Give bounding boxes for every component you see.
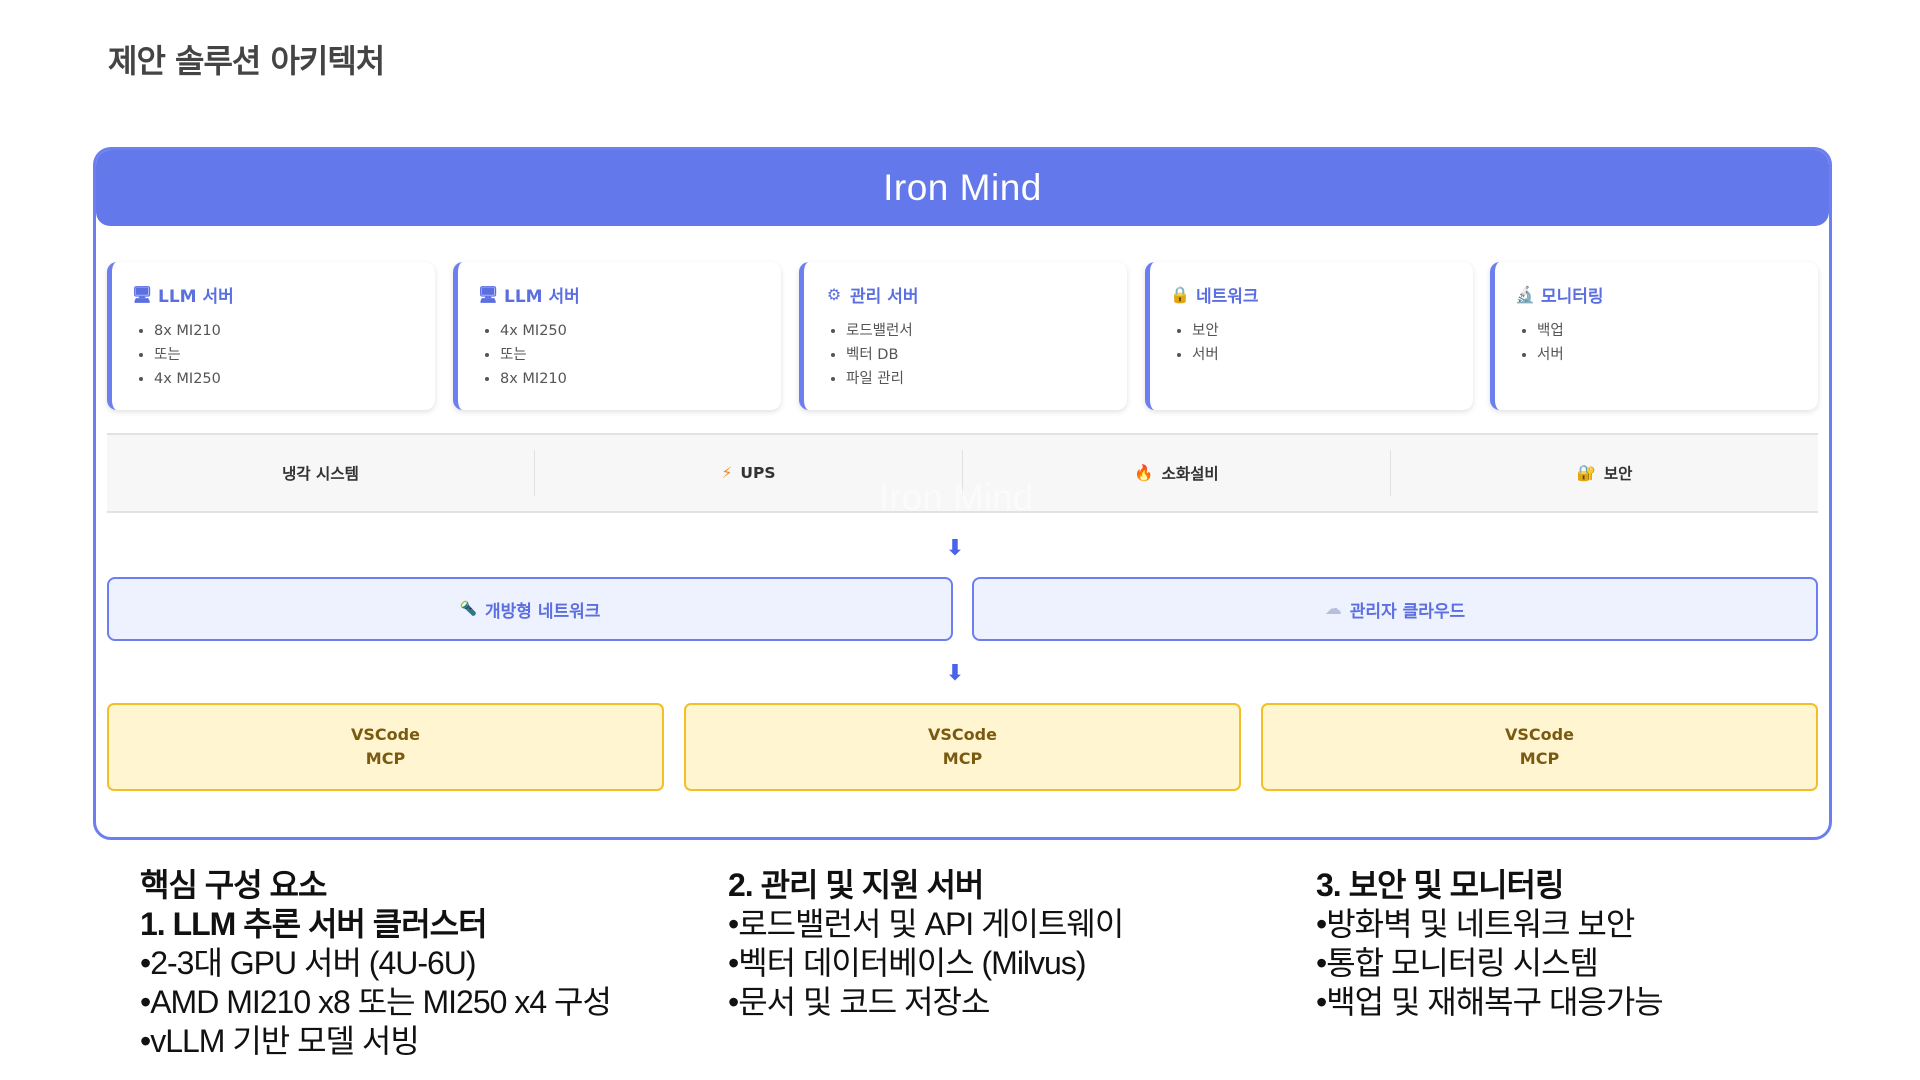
card-item: 보안 bbox=[1192, 319, 1455, 343]
gear-icon: ⚙ bbox=[826, 285, 842, 304]
card-item: 4x MI250 bbox=[500, 319, 763, 343]
summary-line: •2-3대 GPU 서버 (4U-6U) bbox=[140, 945, 477, 981]
infra-label: 보안 bbox=[1603, 465, 1633, 483]
summary-line: •방화벽 및 네트워크 보안 bbox=[1316, 906, 1635, 942]
client-box-1: VSCode MCP bbox=[107, 703, 664, 791]
client-label: VSCode bbox=[351, 725, 420, 744]
infra-ups: ⚡ UPS bbox=[534, 450, 962, 496]
infra-label: UPS bbox=[740, 464, 776, 482]
card-monitoring: 🔬 모니터링 백업 서버 bbox=[1490, 262, 1818, 410]
card-title: 관리 서버 bbox=[850, 287, 919, 307]
infra-label: 냉각 시스템 bbox=[282, 465, 359, 483]
down-arrow-icon: ⬇ bbox=[945, 660, 965, 686]
server-card-row: 🖥 LLM 서버 8x MI210 또는 4x MI250 🖥 LLM 서버 4x … bbox=[107, 262, 1818, 410]
fire-icon: 🔥 bbox=[1134, 464, 1154, 482]
card-llm-server-2: 🖥 LLM 서버 4x MI250 또는 8x MI210 bbox=[453, 262, 781, 410]
card-network: 🔒 네트워크 보안 서버 bbox=[1145, 262, 1473, 410]
summary-line: •vLLM 기반 모델 서빙 bbox=[140, 1023, 420, 1059]
card-item: 4x MI250 bbox=[154, 367, 417, 391]
lightning-icon: ⚡ bbox=[721, 464, 733, 482]
summary-line: •벡터 데이터베이스 (Milvus) bbox=[728, 945, 1087, 981]
lock-icon: 🔐 bbox=[1576, 464, 1596, 482]
down-arrow-icon: ⬇ bbox=[945, 535, 965, 561]
client-sublabel: MCP bbox=[365, 749, 406, 768]
card-title: 네트워크 bbox=[1196, 287, 1259, 307]
summary-subheading: 1. LLM 추론 서버 클러스터 bbox=[140, 906, 488, 942]
client-label: VSCode bbox=[928, 725, 997, 744]
card-item: 파일 관리 bbox=[846, 367, 1109, 391]
cloud-icon: ☁ bbox=[1324, 599, 1342, 619]
lock-icon: 🔒 bbox=[1170, 285, 1190, 304]
architecture-diagram: Iron Mind 🖥 LLM 서버 8x MI210 또는 4x MI250 🖥… bbox=[93, 147, 1832, 840]
summary-line: •로드밸런서 및 API 게이트웨이 bbox=[728, 906, 1124, 942]
client-sublabel: MCP bbox=[1519, 749, 1560, 768]
card-management-server: ⚙ 관리 서버 로드밸런서 벡터 DB 파일 관리 bbox=[799, 262, 1127, 410]
admin-cloud-box: ☁ 관리자 클라우드 bbox=[972, 577, 1818, 641]
infra-security: 🔐 보안 bbox=[1390, 450, 1818, 496]
client-sublabel: MCP bbox=[942, 749, 983, 768]
network-label: 관리자 클라우드 bbox=[1349, 601, 1466, 622]
infrastructure-row: 냉각 시스템 ⚡ UPS 🔥 소화설비 🔐 보안 bbox=[107, 433, 1818, 513]
card-llm-server-1: 🖥 LLM 서버 8x MI210 또는 4x MI250 bbox=[107, 262, 435, 410]
infra-cooling: 냉각 시스템 bbox=[107, 450, 534, 496]
diagram-header: Iron Mind bbox=[96, 150, 1829, 226]
card-title: 모니터링 bbox=[1541, 287, 1604, 307]
card-item: 또는 bbox=[500, 343, 763, 367]
open-network-box: 🔦 개방형 네트워크 bbox=[107, 577, 953, 641]
card-item: 백업 bbox=[1537, 319, 1800, 343]
torch-icon: 🔦 bbox=[459, 601, 478, 617]
infra-label: 소화설비 bbox=[1161, 465, 1219, 483]
client-box-2: VSCode MCP bbox=[684, 703, 1241, 791]
summary-heading: 2. 관리 및 지원 서버 bbox=[728, 867, 984, 903]
card-item: 또는 bbox=[154, 343, 417, 367]
card-title: LLM 서버 bbox=[158, 287, 234, 307]
card-item: 8x MI210 bbox=[154, 319, 417, 343]
client-label: VSCode bbox=[1505, 725, 1574, 744]
page-title: 제안 솔루션 아키텍처 bbox=[108, 42, 385, 80]
summary-heading: 3. 보안 및 모니터링 bbox=[1316, 867, 1564, 903]
card-item: 로드밸런서 bbox=[846, 319, 1109, 343]
microscope-icon: 🔬 bbox=[1515, 285, 1535, 304]
summary-column-2: 2. 관리 및 지원 서버 •로드밸런서 및 API 게이트웨이 •벡터 데이터… bbox=[728, 866, 1124, 1022]
computer-icon: 🖥 bbox=[477, 285, 499, 304]
computer-icon: 🖥 bbox=[131, 285, 153, 304]
card-title: LLM 서버 bbox=[504, 287, 580, 307]
network-label: 개방형 네트워크 bbox=[485, 601, 601, 622]
client-box-3: VSCode MCP bbox=[1261, 703, 1818, 791]
summary-heading: 핵심 구성 요소 bbox=[140, 867, 327, 903]
summary-line: •통합 모니터링 시스템 bbox=[1316, 945, 1599, 981]
summary-column-1: 핵심 구성 요소 1. LLM 추론 서버 클러스터 •2-3대 GPU 서버 … bbox=[140, 866, 612, 1061]
summary-line: •AMD MI210 x8 또는 MI250 x4 구성 bbox=[140, 984, 612, 1020]
summary-column-3: 3. 보안 및 모니터링 •방화벽 및 네트워크 보안 •통합 모니터링 시스템… bbox=[1316, 866, 1664, 1022]
summary-line: •문서 및 코드 저장소 bbox=[728, 984, 990, 1020]
infra-fire-suppression: 🔥 소화설비 bbox=[962, 450, 1390, 496]
card-item: 서버 bbox=[1192, 343, 1455, 367]
card-item: 벡터 DB bbox=[846, 343, 1109, 367]
summary-line: •백업 및 재해복구 대응가능 bbox=[1316, 984, 1664, 1020]
card-item: 서버 bbox=[1537, 343, 1800, 367]
card-item: 8x MI210 bbox=[500, 367, 763, 391]
diagram-title: Iron Mind bbox=[883, 167, 1042, 208]
